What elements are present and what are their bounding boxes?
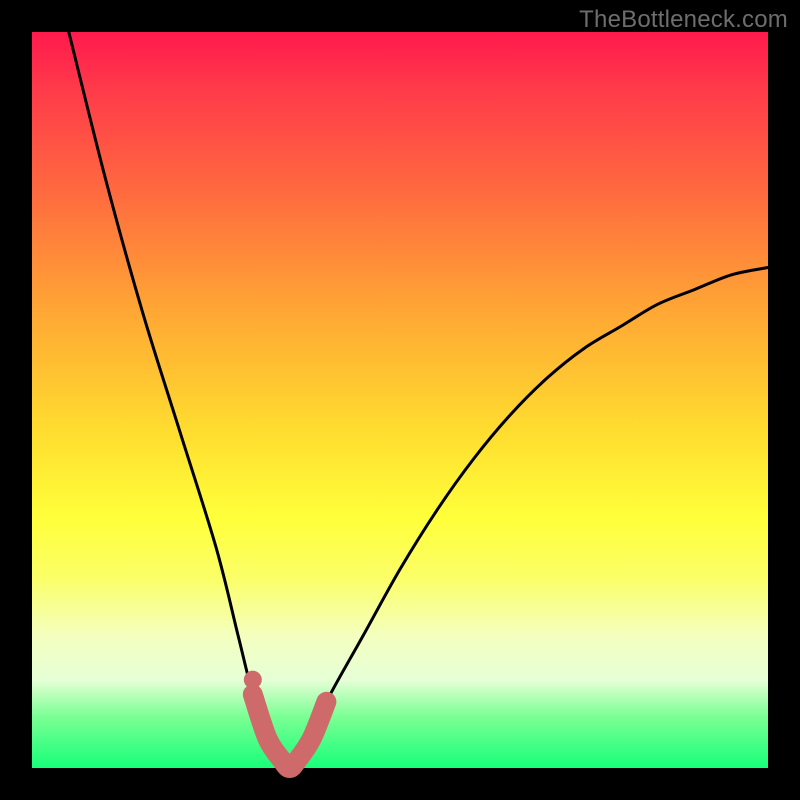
bottleneck-curve (69, 32, 768, 768)
plot-area (32, 32, 768, 768)
highlight-segment (253, 694, 327, 768)
curve-layer (32, 32, 768, 768)
highlight-dot (244, 671, 262, 689)
watermark-label: TheBottleneck.com (579, 6, 788, 34)
chart-frame: TheBottleneck.com (0, 0, 800, 800)
